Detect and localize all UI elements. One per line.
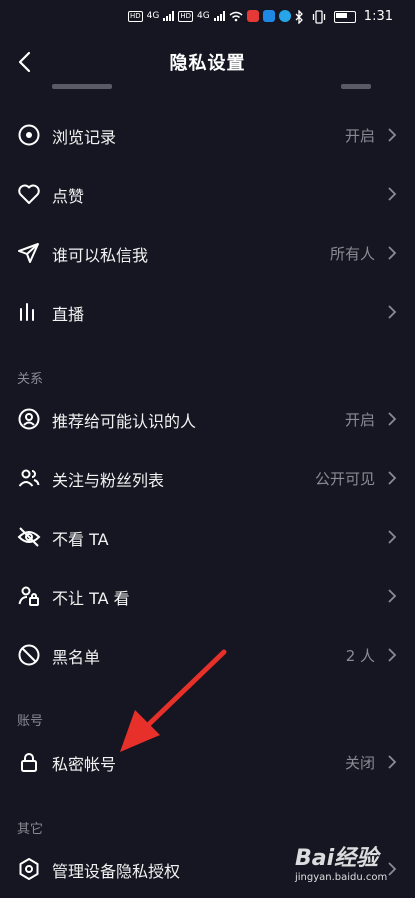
chevron-right-icon xyxy=(388,530,397,544)
block-icon xyxy=(18,644,40,666)
vibrate-icon xyxy=(312,9,325,24)
row-label: 谁可以私信我 xyxy=(52,246,149,265)
row-hide-their-content[interactable]: 不看 TA xyxy=(0,508,415,566)
row-block-them-from-viewing[interactable]: 不让 TA 看 xyxy=(0,567,415,625)
user-circle-icon xyxy=(18,408,40,430)
row-value: 关闭 xyxy=(344,754,375,772)
header: 隐私设置 xyxy=(0,40,415,84)
battery-icon xyxy=(333,10,356,23)
row-likes[interactable]: 点赞 xyxy=(0,165,415,223)
eye-icon xyxy=(18,124,40,146)
page-title: 隐私设置 xyxy=(169,53,246,74)
row-value: 开启 xyxy=(344,127,375,145)
app-notification-icon-3 xyxy=(278,10,291,22)
chevron-right-icon xyxy=(388,187,397,201)
status-bar: HD 4G HD 4G 1:31 xyxy=(0,0,415,40)
row-label: 推荐给可能认识的人 xyxy=(52,412,197,431)
chevron-right-icon xyxy=(388,589,397,603)
baidu-watermark: Bai经验 jingyan.baidu.com xyxy=(295,838,405,888)
chevron-right-icon xyxy=(388,128,397,142)
row-label: 浏览记录 xyxy=(52,128,117,147)
row-label: 不看 TA xyxy=(52,530,109,549)
live-bars-icon xyxy=(20,303,34,321)
row-label: 私密帐号 xyxy=(52,755,117,774)
scrolled-row-partial xyxy=(0,84,415,96)
send-icon xyxy=(18,243,39,263)
watermark-url: jingyan.baidu.com xyxy=(295,872,388,883)
row-recommend-to-acquaintances[interactable]: 推荐给可能认识的人 开启 xyxy=(0,390,415,448)
clock: 1:31 xyxy=(363,9,393,24)
watermark-brand: Bai经验 xyxy=(295,846,379,871)
hd-badge-2: HD xyxy=(178,10,194,22)
row-label: 黑名单 xyxy=(52,648,101,667)
row-label: 管理设备隐私授权 xyxy=(52,862,181,881)
section-title-account: 账号 xyxy=(17,714,44,729)
row-value: 所有人 xyxy=(329,245,375,263)
section-title-other: 其它 xyxy=(17,822,44,837)
heart-icon xyxy=(18,184,40,204)
row-who-can-message[interactable]: 谁可以私信我 所有人 xyxy=(0,224,415,282)
row-blacklist[interactable]: 黑名单 2 人 xyxy=(0,626,415,684)
hexagon-settings-icon xyxy=(19,858,39,880)
status-left-icons: HD 4G HD 4G xyxy=(128,10,291,22)
signal-icon-2 xyxy=(213,11,225,21)
row-label: 点赞 xyxy=(52,187,85,206)
wifi-icon xyxy=(229,11,243,21)
user-lock-icon xyxy=(18,586,39,606)
bluetooth-icon xyxy=(295,9,303,24)
eye-off-icon xyxy=(17,527,41,547)
signal-icon xyxy=(163,11,175,21)
app-notification-icon xyxy=(246,10,259,22)
row-value: 开启 xyxy=(344,411,375,429)
row-private-account[interactable]: 私密帐号 关闭 xyxy=(0,733,415,791)
row-follow-fans-list[interactable]: 关注与粉丝列表 公开可见 xyxy=(0,449,415,507)
row-live[interactable]: 直播 xyxy=(0,283,415,341)
row-label: 关注与粉丝列表 xyxy=(52,471,165,490)
row-value: 公开可见 xyxy=(314,470,375,488)
chevron-right-icon xyxy=(388,305,397,319)
row-value: 2 人 xyxy=(345,647,375,665)
network-type-2: 4G xyxy=(197,11,210,21)
status-right-icons: 1:31 xyxy=(294,9,393,24)
section-title-relations: 关系 xyxy=(17,372,44,387)
users-icon xyxy=(18,469,40,487)
row-browse-history[interactable]: 浏览记录 开启 xyxy=(0,106,415,164)
chevron-right-icon xyxy=(388,412,397,426)
network-type: 4G xyxy=(146,11,160,21)
hd-badge: HD xyxy=(128,10,143,22)
row-label: 直播 xyxy=(52,305,85,324)
chevron-right-icon xyxy=(388,246,397,260)
lock-icon xyxy=(21,753,37,772)
row-label: 不让 TA 看 xyxy=(52,589,130,608)
chevron-right-icon xyxy=(388,648,397,662)
chevron-right-icon xyxy=(388,471,397,485)
app-notification-icon-2 xyxy=(262,10,275,22)
chevron-right-icon xyxy=(388,755,397,769)
